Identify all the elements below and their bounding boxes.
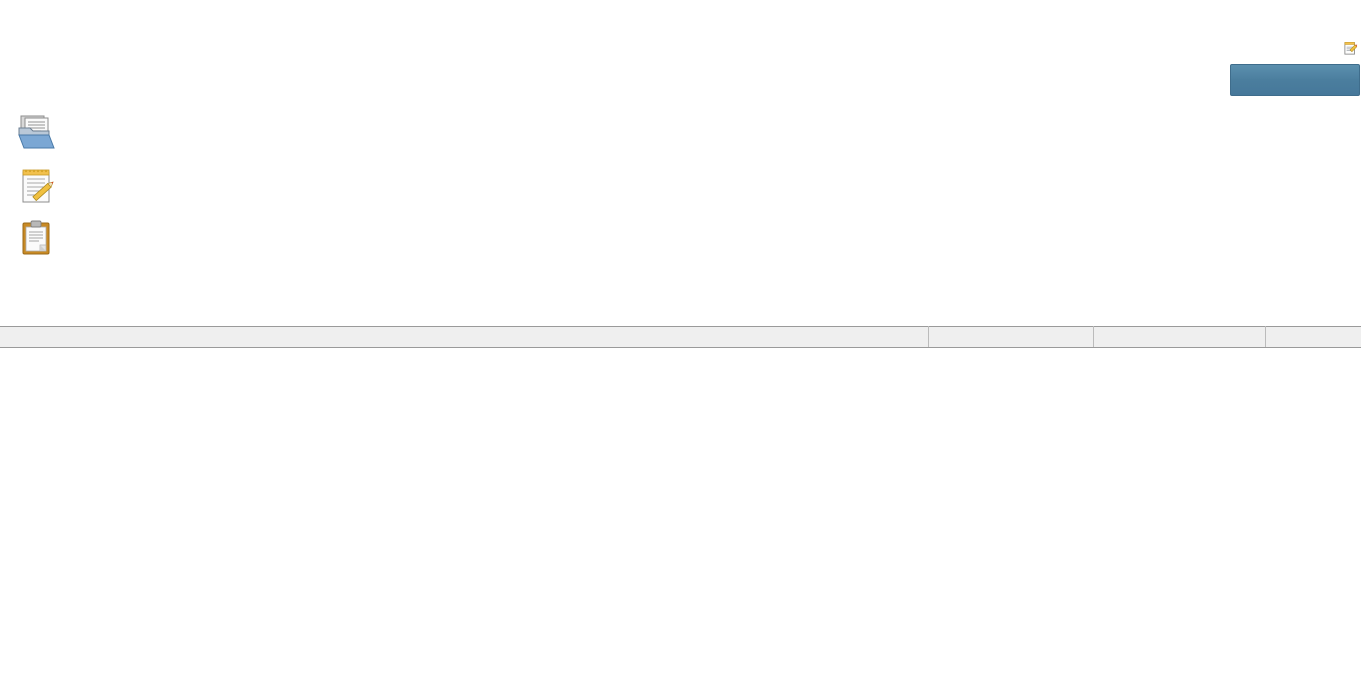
flaky-history-table — [0, 326, 1361, 348]
column-header-test-name[interactable] — [0, 326, 929, 348]
nav-link-workspace[interactable] — [14, 114, 88, 154]
add-description-link[interactable] — [1344, 41, 1359, 58]
chart-canvas — [850, 106, 1361, 312]
test-result-trend-chart[interactable] — [850, 92, 1361, 328]
chart-links[interactable] — [1355, 310, 1361, 324]
folder-documents-icon — [14, 114, 62, 154]
nav-link-latest-test-result[interactable] — [14, 218, 110, 258]
notepad-pencil-icon — [14, 166, 62, 206]
table-header-row — [0, 326, 1361, 348]
notepad-pencil-icon — [1344, 41, 1358, 58]
column-header-flakes[interactable] — [1265, 326, 1361, 348]
column-header-passes[interactable] — [928, 326, 1094, 348]
clipboard-icon — [14, 218, 62, 258]
column-header-fails[interactable] — [1093, 326, 1266, 348]
nav-link-recent-changes[interactable] — [14, 166, 88, 206]
